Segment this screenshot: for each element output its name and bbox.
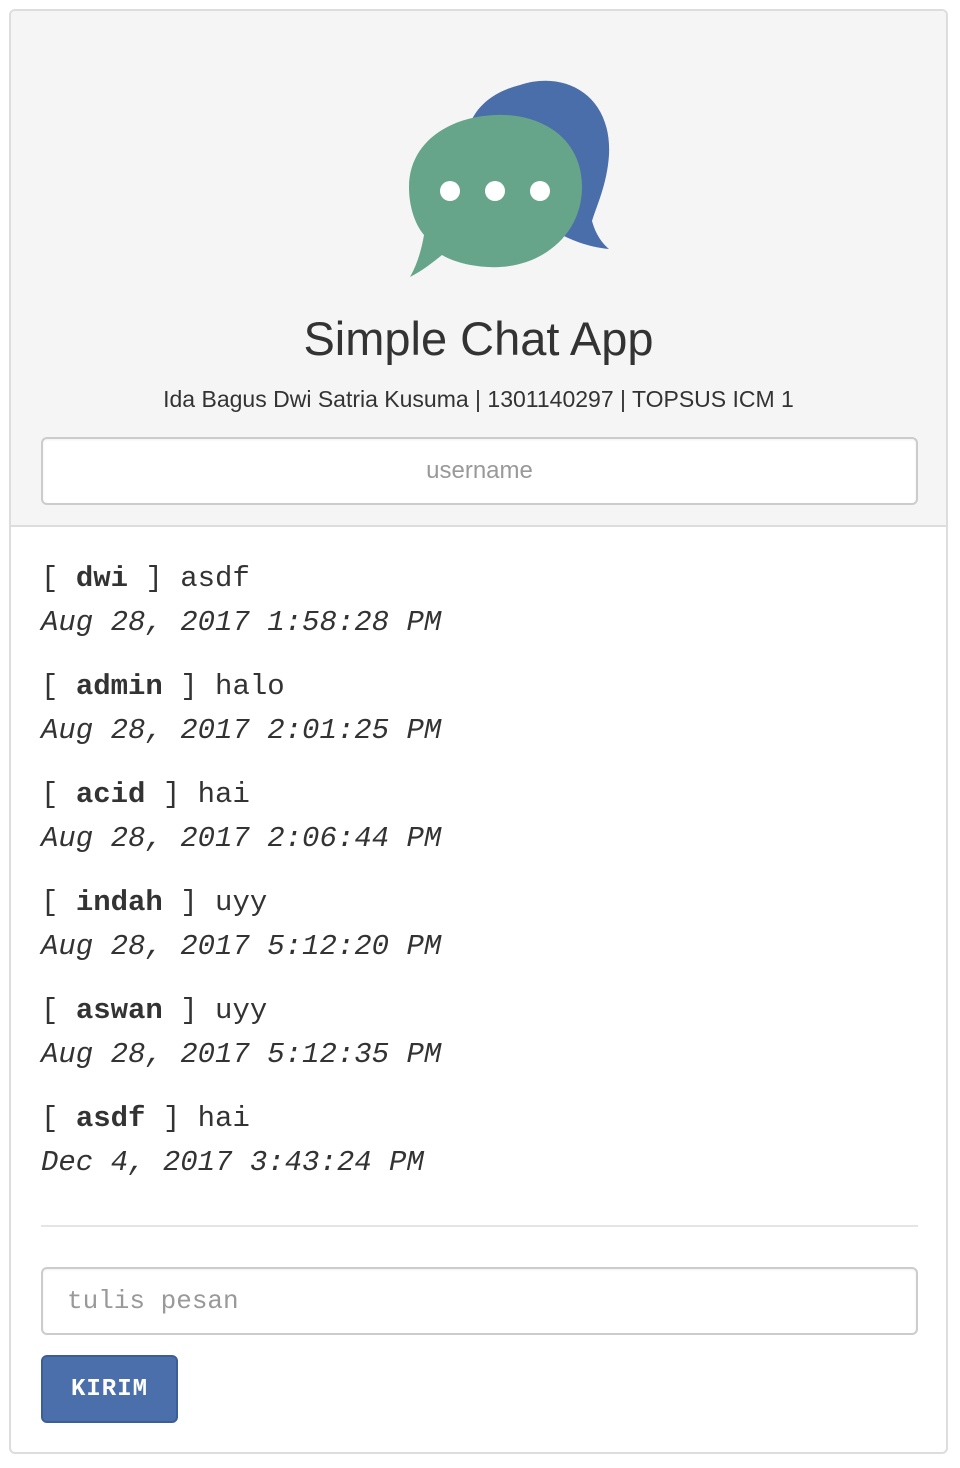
message-item: [ acid ] hai Aug 28, 2017 2:06:44 PM [41, 773, 918, 861]
message-line: [ asdf ] hai [41, 1102, 250, 1135]
username-input[interactable] [41, 437, 918, 505]
message-username: acid [75, 778, 146, 811]
message-item: [ indah ] uyy Aug 28, 2017 5:12:20 PM [41, 881, 918, 969]
message-input[interactable] [41, 1267, 918, 1335]
page-title: Simple Chat App [303, 312, 654, 365]
message-timestamp: Aug 28, 2017 1:58:28 PM [41, 606, 442, 639]
message-line: [ admin ] halo [41, 670, 285, 703]
message-timestamp: Aug 28, 2017 5:12:20 PM [41, 930, 442, 963]
send-button[interactable]: KIRIM [41, 1355, 178, 1423]
message-item: [ dwi ] asdf Aug 28, 2017 1:58:28 PM [41, 557, 918, 645]
message-line: [ indah ] uyy [41, 886, 268, 919]
message-text: halo [215, 670, 285, 703]
message-item: [ aswan ] uyy Aug 28, 2017 5:12:35 PM [41, 989, 918, 1077]
dot [530, 181, 550, 201]
message-username: asdf [75, 1102, 146, 1135]
message-line: [ aswan ] uyy [41, 994, 268, 1027]
message-list: [ dwi ] asdf Aug 28, 2017 1:58:28 PM [ a… [41, 557, 918, 1205]
message-text: hai [197, 778, 250, 811]
message-line: [ acid ] hai [41, 778, 250, 811]
header: Simple Chat App Ida Bagus Dwi Satria Kus… [11, 11, 946, 527]
message-text: hai [197, 1102, 250, 1135]
message-timestamp: Dec 4, 2017 3:43:24 PM [41, 1146, 424, 1179]
dot [440, 181, 460, 201]
message-text: uyy [215, 886, 268, 919]
message-timestamp: Aug 28, 2017 5:12:35 PM [41, 1038, 442, 1071]
message-timestamp: Aug 28, 2017 2:06:44 PM [41, 822, 442, 855]
author-subtitle: Ida Bagus Dwi Satria Kusuma | 1301140297… [163, 386, 794, 412]
message-item: [ asdf ] hai Dec 4, 2017 3:43:24 PM [41, 1097, 918, 1185]
message-username: aswan [75, 994, 163, 1027]
chat-bubbles-logo-icon [409, 80, 610, 277]
message-line: [ dwi ] asdf [41, 562, 250, 595]
divider [41, 1225, 918, 1227]
chat-card: Simple Chat App Ida Bagus Dwi Satria Kus… [9, 9, 948, 1454]
dot [485, 181, 505, 201]
message-text: uyy [215, 994, 268, 1027]
message-timestamp: Aug 28, 2017 2:01:25 PM [41, 714, 442, 747]
message-username: indah [75, 886, 163, 919]
message-username: admin [75, 670, 163, 703]
message-text: asdf [180, 562, 250, 595]
message-username: dwi [75, 562, 129, 595]
message-item: [ admin ] halo Aug 28, 2017 2:01:25 PM [41, 665, 918, 753]
